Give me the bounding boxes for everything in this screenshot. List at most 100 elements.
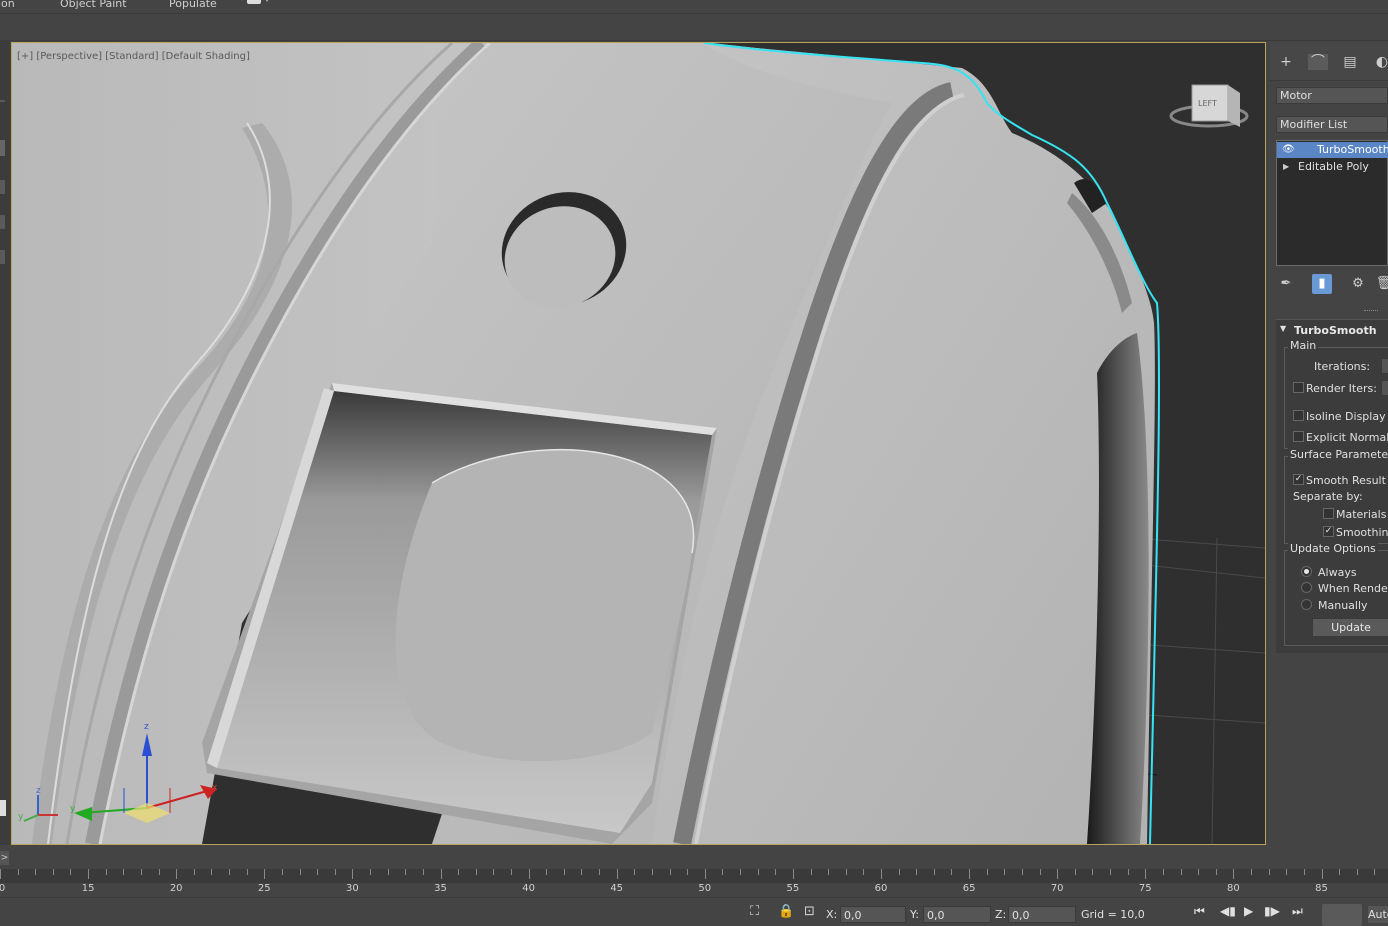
menu-item-populate[interactable]: Populate	[169, 0, 217, 10]
timeline-tick	[563, 869, 565, 875]
update-button[interactable]: Update	[1312, 618, 1388, 637]
toolbar-button[interactable]	[0, 180, 5, 194]
iterations-spinner[interactable]	[1381, 358, 1388, 374]
z-coordinate-field[interactable]: 0,0	[1008, 906, 1076, 923]
explicit-normals-label: Explicit Normals	[1306, 431, 1388, 444]
timeline-tick	[88, 869, 90, 879]
timeline-tick	[105, 869, 107, 875]
manually-radio[interactable]	[1301, 599, 1312, 610]
menu-item-animation[interactable]: ion	[0, 0, 15, 10]
timeline-tick	[616, 869, 618, 879]
timeline-tick	[158, 869, 160, 875]
make-unique-icon[interactable]: ⚙	[1348, 274, 1368, 294]
chevron-down-icon[interactable]: ▾	[265, 0, 269, 4]
timeline-tick	[405, 869, 407, 875]
timeline-tick	[1374, 869, 1376, 875]
timeline[interactable]: > 0 15 20 25 30 35 40 45 50 55 60 65 70 75 80 85	[0, 847, 1388, 897]
smoothing-groups-label: Smoothing	[1336, 526, 1388, 539]
motion-tab-icon[interactable]: ◐	[1372, 54, 1388, 70]
render-iters-spinner[interactable]	[1381, 380, 1388, 396]
timeline-frame-label: 70	[1050, 883, 1064, 894]
surface-parameters-title: Surface Parameters	[1288, 448, 1388, 461]
viewport-label[interactable]: [+] [Perspective] [Standard] [Default Sh…	[17, 51, 250, 62]
stack-item-editable-poly[interactable]: ▶ Editable Poly	[1277, 159, 1388, 175]
set-key-button[interactable]	[1322, 904, 1362, 926]
timeline-tick	[211, 869, 213, 875]
timeline-tick	[1145, 869, 1147, 879]
timeline-tick	[1339, 869, 1341, 875]
timeline-expand-button[interactable]: >	[0, 851, 9, 865]
viewcube[interactable]: LEFT	[1169, 84, 1249, 128]
timeline-tick	[317, 869, 319, 875]
remove-modifier-icon[interactable]: 🗑	[1374, 274, 1388, 294]
timeline-tick	[1321, 869, 1323, 879]
timeline-tick	[1233, 869, 1235, 879]
modifier-list-dropdown[interactable]: Modifier List	[1276, 116, 1388, 133]
next-frame-icon[interactable]: ▮▶	[1264, 904, 1280, 918]
create-tab-icon[interactable]: +	[1276, 54, 1296, 70]
timeline-tick	[246, 869, 248, 875]
ribbon-toggle-icon[interactable]	[247, 0, 261, 4]
timeline-tick	[387, 869, 389, 875]
update-options-group: Update Options Always When Renderi Manua…	[1284, 542, 1388, 646]
y-coordinate-field[interactable]: 0,0	[923, 906, 991, 923]
timeline-tick	[1110, 869, 1112, 875]
svg-text:y: y	[18, 812, 24, 822]
timeline-tick	[422, 869, 424, 875]
grid-size-label: Grid = 10,0	[1081, 908, 1145, 921]
menu-item-object-paint[interactable]: Object Paint	[60, 0, 127, 10]
hierarchy-tab-icon[interactable]: ▤	[1340, 54, 1360, 70]
materials-checkbox[interactable]	[1323, 508, 1334, 519]
goto-start-icon[interactable]: ⏮	[1194, 904, 1205, 919]
previous-frame-icon[interactable]: ◀▮	[1220, 904, 1236, 918]
separate-by-label: Separate by:	[1293, 490, 1363, 503]
absolute-transform-icon[interactable]: ⊡	[804, 904, 815, 919]
auto-key-button[interactable]: Auto	[1368, 906, 1388, 923]
modify-tab-icon[interactable]: ⌒	[1308, 54, 1328, 70]
collapse-triangle-icon[interactable]: ▼	[1280, 324, 1286, 333]
timeline-tick	[0, 869, 1, 879]
timeline-tick	[1286, 869, 1288, 875]
left-toolbar	[0, 40, 10, 845]
timeline-tick	[792, 869, 794, 879]
timeline-tick	[299, 869, 301, 875]
pin-stack-icon[interactable]: ✒	[1276, 274, 1296, 294]
render-iters-checkbox[interactable]	[1293, 382, 1304, 393]
goto-end-icon[interactable]: ⏭	[1292, 904, 1303, 919]
toolbar-button[interactable]	[0, 250, 5, 264]
play-icon[interactable]: ▶	[1244, 904, 1253, 918]
when-rendering-radio[interactable]	[1301, 582, 1312, 593]
timeline-tick	[35, 869, 37, 875]
timeline-frame-label: 75	[1138, 883, 1152, 894]
expand-triangle-icon[interactable]: ▶	[1283, 159, 1289, 175]
eye-icon[interactable]: 👁	[1282, 142, 1295, 158]
isoline-display-checkbox[interactable]	[1293, 410, 1304, 421]
smoothing-groups-checkbox[interactable]: ✓	[1323, 526, 1334, 537]
stack-toolbar: ✒ ▮ ⚙ 🗑	[1276, 274, 1388, 294]
lock-icon[interactable]: 🔒	[778, 904, 794, 919]
timeline-frame-label: 80	[1227, 883, 1240, 894]
explicit-normals-checkbox[interactable]	[1293, 431, 1304, 442]
timeline-frame-label: 0	[0, 883, 6, 894]
selection-mode-icon[interactable]: ⛶	[750, 904, 759, 919]
timeline-tick	[440, 869, 442, 879]
always-radio[interactable]	[1301, 566, 1312, 577]
stack-item-turbosmooth[interactable]: 👁 TurboSmooth	[1277, 142, 1388, 158]
x-coordinate-field[interactable]: 0,0	[840, 906, 906, 923]
smooth-result-checkbox[interactable]: ✓	[1293, 474, 1304, 485]
main-group: Main Iterations: Render Iters: Isoline D…	[1284, 339, 1388, 449]
object-name-field[interactable]: Motor	[1276, 87, 1388, 104]
turbosmooth-rollout: ▼ TurboSmooth Main Iterations: Render It…	[1276, 319, 1388, 653]
timeline-tick	[1074, 869, 1076, 875]
toolbar-button[interactable]	[0, 800, 6, 816]
toolbar-button[interactable]	[0, 140, 5, 156]
timeline-tick	[546, 869, 548, 875]
ribbon-strip	[0, 14, 1388, 41]
surface-parameters-group: Surface Parameters ✓ Smooth Result Separ…	[1284, 448, 1388, 544]
timeline-tick	[1004, 869, 1006, 875]
show-end-result-icon[interactable]: ▮	[1312, 274, 1332, 294]
toolbar-button[interactable]	[0, 215, 5, 229]
timeline-tick	[70, 869, 72, 875]
rollout-title[interactable]: TurboSmooth	[1294, 324, 1377, 337]
perspective-viewport[interactable]: LEFT z y z x y [+] [Perspective] [Standa…	[11, 42, 1266, 845]
